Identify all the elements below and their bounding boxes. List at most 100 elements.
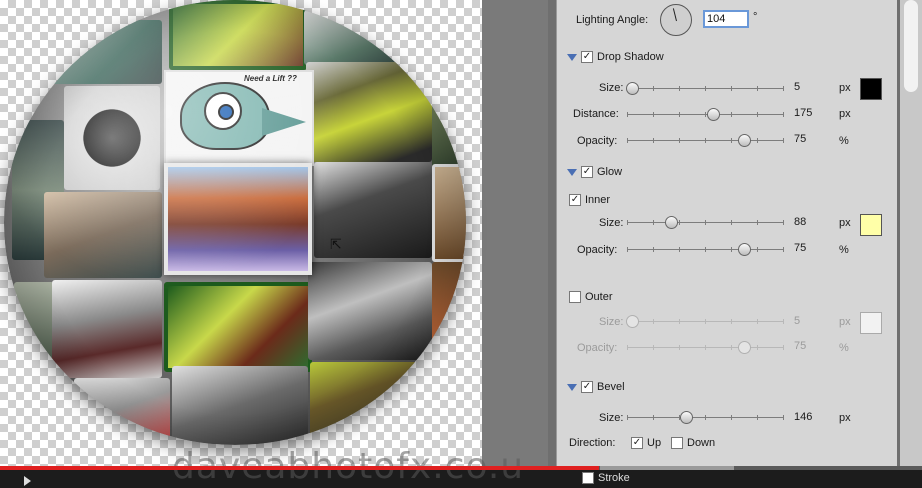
drop-shadow-opacity-slider[interactable] <box>627 134 784 152</box>
bevel-size-label: Size: <box>599 412 624 424</box>
drop-shadow-distance-slider[interactable] <box>627 108 784 126</box>
drop-shadow-opacity-value[interactable]: 75 <box>794 133 806 145</box>
glow-expand-icon[interactable] <box>567 169 577 176</box>
drop-shadow-size-unit: px <box>839 82 851 94</box>
bevel-checkbox[interactable]: ✓ <box>581 381 593 393</box>
slider-tick <box>705 345 706 350</box>
canvas-background <box>482 0 548 466</box>
glow-checkbox[interactable]: ✓ <box>581 166 593 178</box>
outer-glow-checkbox[interactable] <box>569 291 581 303</box>
slider-tick <box>653 345 654 350</box>
drop-shadow-size-value[interactable]: 5 <box>794 81 800 93</box>
slider-tick <box>679 86 680 91</box>
slider-knob[interactable] <box>738 341 751 354</box>
slider-knob[interactable] <box>626 82 639 95</box>
photo-tile <box>310 362 428 440</box>
outer-glow-size-unit: px <box>839 316 851 328</box>
bevel-size-value[interactable]: 146 <box>794 411 812 423</box>
slider-knob[interactable] <box>738 134 751 147</box>
outer-glow-opacity-value[interactable]: 75 <box>794 340 806 352</box>
slider-tick <box>783 138 784 143</box>
inner-glow-color-swatch[interactable] <box>860 214 882 236</box>
photo-tile <box>44 192 162 278</box>
drop-shadow-distance-value[interactable]: 175 <box>794 107 812 119</box>
drop-shadow-checkbox[interactable]: ✓ <box>581 51 593 63</box>
inner-glow-opacity-label: Opacity: <box>577 244 618 256</box>
slider-tick <box>653 415 654 420</box>
slider-tick <box>757 86 758 91</box>
slider-knob[interactable] <box>707 108 720 121</box>
lighting-angle-label: Lighting Angle: <box>576 14 649 26</box>
style-settings-content: Lighting Angle: 104 ° ✓ Drop Shadow Size… <box>556 0 897 466</box>
slider-tick <box>731 345 732 350</box>
slider-knob[interactable] <box>665 216 678 229</box>
drop-shadow-size-slider[interactable] <box>626 82 784 100</box>
inner-glow-opacity-value[interactable]: 75 <box>794 242 806 254</box>
bevel-down-checkbox[interactable] <box>671 437 683 449</box>
drop-shadow-size-label: Size: <box>599 82 624 94</box>
photo-sphere: Need a Lift ?? <box>4 0 466 445</box>
center-photo <box>168 167 308 271</box>
drop-shadow-opacity-label: Opacity: <box>577 135 618 147</box>
inner-glow-label: Inner <box>585 194 611 206</box>
bird-eye <box>204 92 242 130</box>
drop-shadow-color-swatch[interactable] <box>860 78 882 100</box>
drop-shadow-expand-icon[interactable] <box>567 54 577 61</box>
slider-tick <box>783 112 784 117</box>
slider-knob[interactable] <box>680 411 693 424</box>
style-settings-panel: Lighting Angle: 104 ° ✓ Drop Shadow Size… <box>548 0 922 466</box>
bevel-up-checkbox[interactable]: ✓ <box>631 437 643 449</box>
outer-glow-color-swatch[interactable] <box>860 312 882 334</box>
outer-glow-opacity-unit: % <box>839 342 849 354</box>
slider-tick <box>705 86 706 91</box>
slider-tick <box>757 247 758 252</box>
bevel-size-slider[interactable] <box>627 411 784 429</box>
slider-tick <box>705 220 706 225</box>
image-canvas[interactable]: Need a Lift ?? ⇱ <box>0 0 548 466</box>
inner-glow-size-unit: px <box>839 217 851 229</box>
slider-tick <box>705 247 706 252</box>
outer-glow-size-value[interactable]: 5 <box>794 315 800 327</box>
slider-tick <box>783 415 784 420</box>
inner-glow-checkbox[interactable]: ✓ <box>569 194 581 206</box>
inner-glow-opacity-slider[interactable] <box>627 243 784 261</box>
drop-shadow-title: Drop Shadow <box>597 51 664 63</box>
inner-glow-size-label: Size: <box>599 217 624 229</box>
slider-tick <box>627 247 628 252</box>
inner-glow-size-slider[interactable] <box>627 216 784 234</box>
slider-tick <box>783 319 784 324</box>
photo-tile <box>14 282 54 378</box>
panel-scrollbar[interactable] <box>900 0 922 466</box>
video-progress-buffer <box>600 466 734 470</box>
slider-tick <box>627 415 628 420</box>
play-icon[interactable] <box>24 476 31 486</box>
slider-tick <box>731 138 732 143</box>
inner-glow-size-value[interactable]: 88 <box>794 216 806 228</box>
slider-tick <box>627 138 628 143</box>
slider-tick <box>757 415 758 420</box>
outer-glow-opacity-slider[interactable] <box>627 341 784 359</box>
slider-tick <box>653 138 654 143</box>
drop-shadow-distance-label: Distance: <box>573 108 619 120</box>
inner-glow-opacity-unit: % <box>839 244 849 256</box>
slider-knob[interactable] <box>626 315 639 328</box>
stroke-checkbox[interactable] <box>582 472 594 484</box>
bevel-expand-icon[interactable] <box>567 384 577 391</box>
photo-tile <box>164 282 312 372</box>
photo-tile <box>432 164 466 262</box>
photo-tile <box>74 378 170 438</box>
slider-tick <box>705 138 706 143</box>
panel-scrollbar-thumb[interactable] <box>904 0 918 92</box>
stroke-title: Stroke <box>598 472 630 484</box>
slider-knob[interactable] <box>738 243 751 256</box>
drop-shadow-opacity-unit: % <box>839 135 849 147</box>
outer-glow-size-slider[interactable] <box>626 315 784 333</box>
lighting-angle-input[interactable]: 104 <box>703 10 749 28</box>
photo-tile <box>432 262 466 346</box>
bird-pupil <box>218 104 234 120</box>
lighting-angle-dial[interactable] <box>660 4 692 36</box>
bevel-down-label: Down <box>687 437 716 449</box>
video-progress-bar[interactable] <box>0 466 599 470</box>
slider-tick <box>679 319 680 324</box>
slider-tick <box>731 220 732 225</box>
